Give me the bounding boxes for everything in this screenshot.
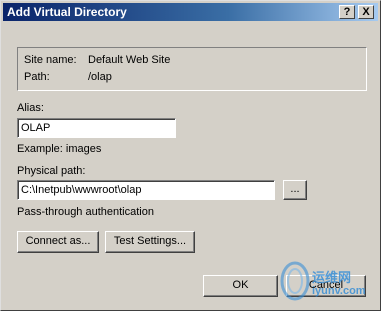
close-button[interactable]: X <box>358 5 374 19</box>
watermark-swirl-icon <box>280 261 310 301</box>
title-bar[interactable]: Add Virtual Directory ? X <box>3 3 378 21</box>
site-info-box: Site name: Default Web Site Path: /olap <box>17 47 367 91</box>
alias-label: Alias: <box>17 102 44 114</box>
watermark-logo: 运维网 iyunv.com <box>280 259 380 307</box>
path-value: /olap <box>88 71 112 83</box>
path-label: Path: <box>24 71 50 83</box>
help-button[interactable]: ? <box>339 5 355 19</box>
site-name-label: Site name: <box>24 54 77 66</box>
watermark-text: 运维网 <box>312 270 352 285</box>
dialog-window: Add Virtual Directory ? X Site name: Def… <box>0 0 381 311</box>
pass-through-auth-text: Pass-through authentication <box>17 206 154 218</box>
test-settings-button[interactable]: Test Settings... <box>105 231 195 253</box>
physical-path-label: Physical path: <box>17 165 86 177</box>
site-name-value: Default Web Site <box>88 54 171 66</box>
alias-input[interactable]: OLAP <box>17 118 176 138</box>
window-title: Add Virtual Directory <box>7 5 127 19</box>
alias-example-text: Example: images <box>17 143 102 155</box>
ok-button[interactable]: OK <box>203 275 278 297</box>
browse-button[interactable]: ... <box>283 180 307 200</box>
connect-as-button[interactable]: Connect as... <box>17 231 99 253</box>
watermark-url: iyunv.com <box>312 285 366 297</box>
physical-path-input[interactable]: C:\Inetpub\wwwroot\olap <box>17 180 275 200</box>
